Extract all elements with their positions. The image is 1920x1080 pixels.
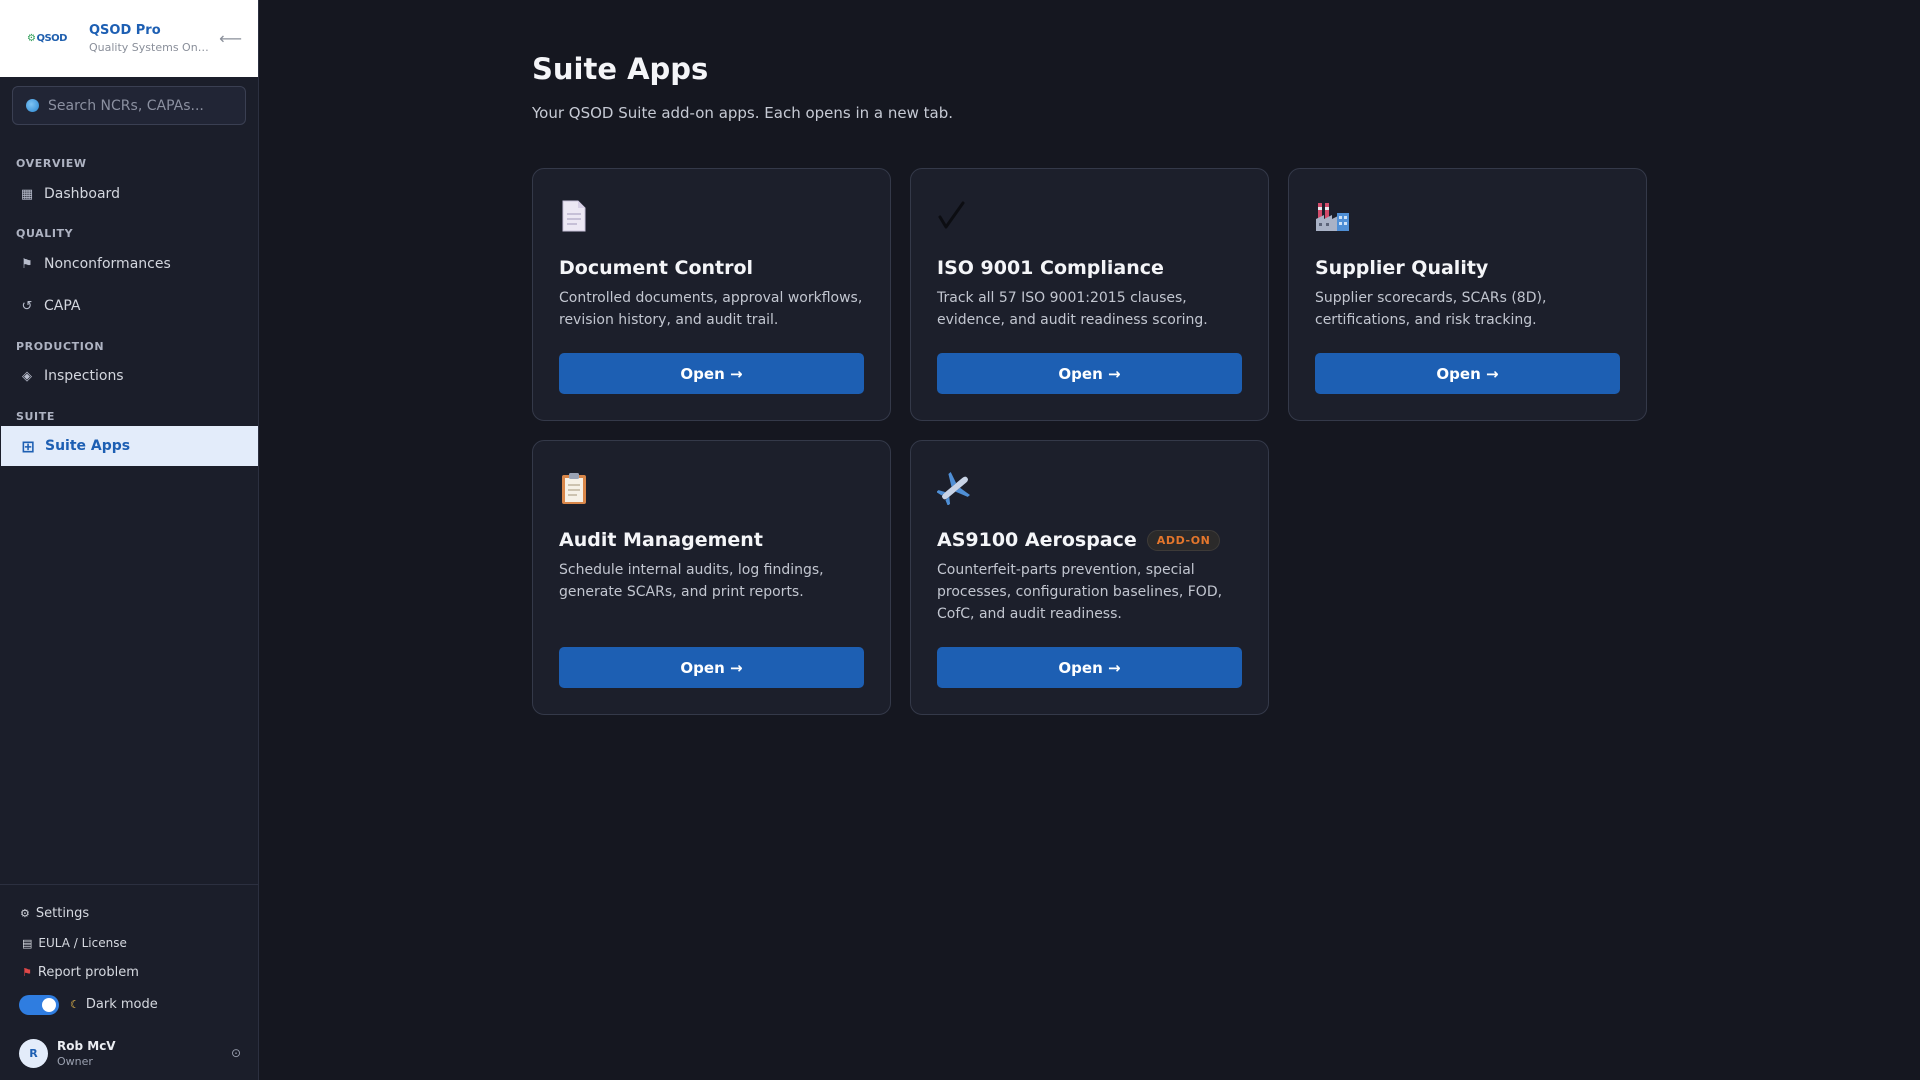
eula-link[interactable]: ▤ EULA / License [22, 936, 127, 950]
search-box[interactable] [12, 86, 246, 125]
user-role: Owner [57, 1054, 93, 1068]
sidebar-item-capa[interactable]: ↺ CAPA [0, 286, 257, 326]
settings-label: Settings [35, 906, 90, 921]
airplane-icon [937, 472, 971, 505]
dark-mode-label: ☾ Dark mode [70, 997, 158, 1012]
moon-icon: ☾ [70, 998, 80, 1011]
sidebar-item-label: Nonconformances [44, 256, 171, 272]
dark-mode-toggle[interactable] [19, 995, 59, 1015]
avatar: R [19, 1038, 48, 1068]
card-description: Counterfeit-parts prevention, special pr… [937, 562, 1223, 622]
sidebar-item-dashboard[interactable]: ▦ Dashboard [0, 174, 257, 214]
grid-icon: ▦ [20, 186, 34, 202]
open-as9100-button[interactable]: Open → [937, 647, 1242, 688]
card-description: Supplier scorecards, SCARs (8D), certifi… [1315, 290, 1547, 328]
dark-mode-text: Dark mode [85, 997, 158, 1012]
search-icon [26, 99, 39, 112]
app-card-supplier-quality: Supplier Quality Supplier scorecards, SC… [1288, 168, 1647, 421]
open-iso-9001-button[interactable]: Open → [937, 353, 1242, 394]
card-description: Track all 57 ISO 9001:2015 clauses, evid… [937, 290, 1208, 328]
refresh-icon: ↺ [21, 298, 33, 314]
card-title-text: AS9100 Aerospace [937, 529, 1137, 551]
collapse-sidebar-icon[interactable]: ⟵ [219, 29, 242, 48]
sidebar-item-label: Inspections [44, 368, 124, 384]
red-flag-icon: ⚑ [22, 966, 32, 979]
section-label-suite: SUITE [16, 410, 55, 423]
search-input[interactable] [48, 97, 232, 114]
report-problem-label: Report problem [37, 965, 139, 980]
document-icon: ▤ [22, 936, 33, 950]
sidebar-footer: ⚙ Settings ▤ EULA / License ⚑ Report pro… [0, 884, 259, 1080]
sidebar-item-label: Suite Apps [45, 438, 131, 454]
toggle-knob [42, 998, 56, 1012]
sidebar-item-label: Dashboard [44, 186, 120, 202]
user-menu-icon[interactable]: ⊙ [231, 1046, 241, 1060]
app-card-document-control: Document Control Controlled documents, a… [532, 168, 891, 421]
checkmark-icon [938, 201, 965, 229]
card-title: Document Control [559, 257, 754, 279]
app-card-iso-9001: ISO 9001 Compliance Track all 57 ISO 900… [910, 168, 1269, 421]
factory-icon [1316, 203, 1349, 231]
document-icon [562, 200, 586, 232]
sidebar-item-suite-apps[interactable]: ⊞ Suite Apps [1, 426, 258, 466]
page-subtitle: Your QSOD Suite add-on apps. Each opens … [532, 104, 954, 122]
eula-label: EULA / License [38, 936, 127, 950]
app-card-as9100-aerospace: AS9100 Aerospace ADD-ON Counterfeit-part… [910, 440, 1269, 715]
card-title: AS9100 Aerospace ADD-ON [937, 529, 1221, 551]
apps-grid-icon: ⊞ [21, 436, 35, 456]
clipboard-icon [562, 473, 586, 504]
section-label-production: PRODUCTION [16, 340, 105, 353]
page-title: Suite Apps [532, 52, 709, 86]
card-description: Schedule internal audits, log findings, … [559, 562, 824, 600]
addon-badge: ADD-ON [1146, 529, 1221, 551]
user-profile[interactable]: R Rob McV Owner ⊙ [19, 1036, 241, 1070]
card-title: Audit Management [559, 529, 763, 551]
sidebar-item-label: CAPA [44, 298, 81, 314]
section-label-overview: OVERVIEW [16, 157, 87, 170]
qsod-logo[interactable]: ⚙ QSOD [26, 28, 68, 50]
flag-icon: ⚑ [21, 256, 33, 272]
gear-icon: ⚙ [20, 907, 30, 920]
sidebar-item-nonconformances[interactable]: ⚑ Nonconformances [0, 244, 257, 284]
brand-header: ⚙QSOD QSOD Pro Quality Systems On De... … [0, 0, 258, 77]
card-title: ISO 9001 Compliance [937, 257, 1164, 279]
user-name: Rob McV [57, 1038, 116, 1053]
report-problem-link[interactable]: ⚑ Report problem [22, 965, 139, 980]
card-title: Supplier Quality [1315, 257, 1489, 279]
section-label-quality: QUALITY [16, 227, 74, 240]
app-card-audit-management: Audit Management Schedule internal audit… [532, 440, 891, 715]
open-audit-management-button[interactable]: Open → [559, 647, 864, 688]
sidebar: ⚙QSOD QSOD Pro Quality Systems On De... … [0, 0, 259, 1080]
diamond-icon: ◈ [22, 368, 32, 384]
open-document-control-button[interactable]: Open → [559, 353, 864, 394]
brand-tagline: Quality Systems On De... [89, 41, 210, 54]
card-description: Controlled documents, approval workflows… [559, 290, 863, 328]
brand-name: QSOD Pro [89, 23, 161, 38]
sidebar-item-inspections[interactable]: ◈ Inspections [0, 356, 257, 396]
settings-link[interactable]: ⚙ Settings [20, 906, 89, 921]
open-supplier-quality-button[interactable]: Open → [1315, 353, 1620, 394]
